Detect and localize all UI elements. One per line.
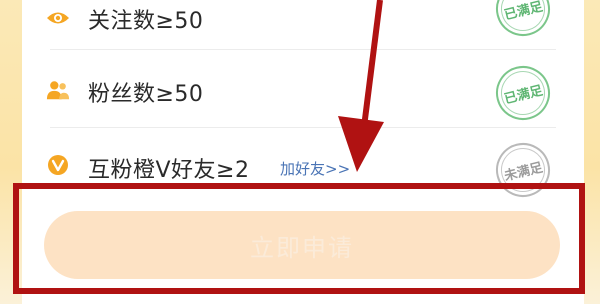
condition-label: 粉丝数≥50 <box>88 82 204 107</box>
users-icon <box>46 78 70 102</box>
condition-row-fans: 粉丝数≥50 已满足 <box>22 60 584 126</box>
condition-row-orange-v: 互粉橙V好友≥2 加好友>> 未满足 <box>22 135 584 203</box>
status-stamp-unmet: 未满足 <box>490 137 556 203</box>
add-friend-link[interactable]: 加好友>> <box>280 158 350 179</box>
status-stamp-met: 已满足 <box>490 60 556 126</box>
apply-now-button[interactable]: 立即申请 <box>44 211 560 279</box>
eye-icon <box>46 6 70 30</box>
status-stamp-met: 已满足 <box>490 0 556 42</box>
orange-v-icon <box>46 153 70 177</box>
divider <box>50 49 556 50</box>
divider <box>50 127 556 128</box>
condition-label: 互粉橙V好友≥2 <box>88 158 250 183</box>
condition-row-follows: 关注数≥50 已满足 <box>22 0 584 48</box>
condition-label: 关注数≥50 <box>88 9 204 34</box>
